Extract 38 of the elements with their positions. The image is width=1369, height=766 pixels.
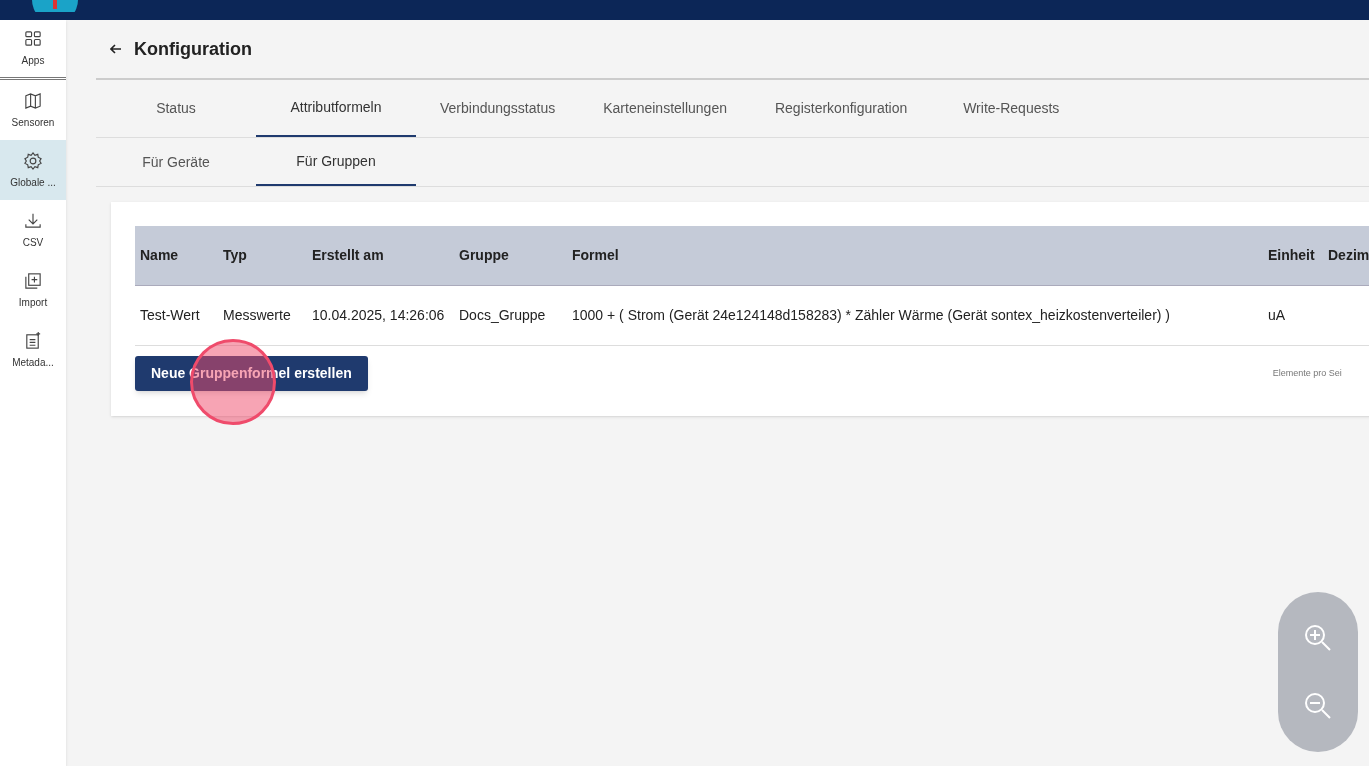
column-header: Einheit: [1267, 246, 1316, 265]
sidebar-item[interactable]: Sensoren: [0, 80, 66, 140]
tab[interactable]: Status: [96, 80, 256, 137]
column-header: Formel: [571, 246, 620, 265]
table-cell-text: Test-Wert: [139, 306, 201, 325]
sidebar-item[interactable]: CSV: [0, 200, 66, 260]
logo-icon: [32, 0, 78, 12]
back-arrow-icon[interactable]: [110, 44, 122, 54]
tab[interactable]: Registerkonfiguration: [750, 80, 932, 137]
sidebar-item[interactable]: Metada...: [0, 320, 66, 380]
column-header: Gruppe: [458, 246, 510, 265]
tab[interactable]: Für Gruppen: [256, 138, 416, 186]
column-header: Typ: [222, 246, 248, 265]
settings-icon: [23, 150, 43, 171]
sidebar-item[interactable]: Globale ...: [0, 140, 66, 200]
column-header: Erstellt am: [311, 246, 385, 265]
document-icon: [23, 330, 43, 351]
table-cell-text: 1000 + ( Strom (Gerät 24e124148d158283) * Zähler Wärme (Gerät sontex_heizkostenverteiler) ): [571, 306, 1172, 325]
table-cell-text: 10.04.2025, 14:26:06: [311, 306, 446, 325]
tab[interactable]: Für Geräte: [96, 138, 256, 186]
page-title: Konfiguration: [134, 37, 252, 61]
sidebar-item[interactable]: Apps: [0, 20, 66, 80]
map-icon: [23, 90, 43, 111]
column-header: Name: [139, 246, 180, 265]
sidebar-item[interactable]: Import: [0, 260, 66, 320]
tab[interactable]: Attributformeln: [256, 80, 416, 137]
tab[interactable]: Verbindungsstatus: [416, 80, 580, 137]
table-cell-text: Docs_Gruppe: [458, 306, 547, 325]
tab[interactable]: Write-Requests: [931, 80, 1092, 137]
pagination-label: Elemente pro Sei: [1272, 366, 1342, 380]
apps-icon: [23, 29, 43, 49]
column-header: Dezim: [1327, 246, 1369, 265]
table-cell-text: uA: [1267, 306, 1287, 325]
tab[interactable]: Karteneinstellungen: [579, 80, 751, 137]
table-cell-text: Messwerte: [222, 306, 292, 325]
zoom-out-icon[interactable]: [1304, 692, 1332, 720]
zoom-in-icon[interactable]: [1304, 624, 1332, 652]
add-box-icon: [23, 270, 43, 291]
